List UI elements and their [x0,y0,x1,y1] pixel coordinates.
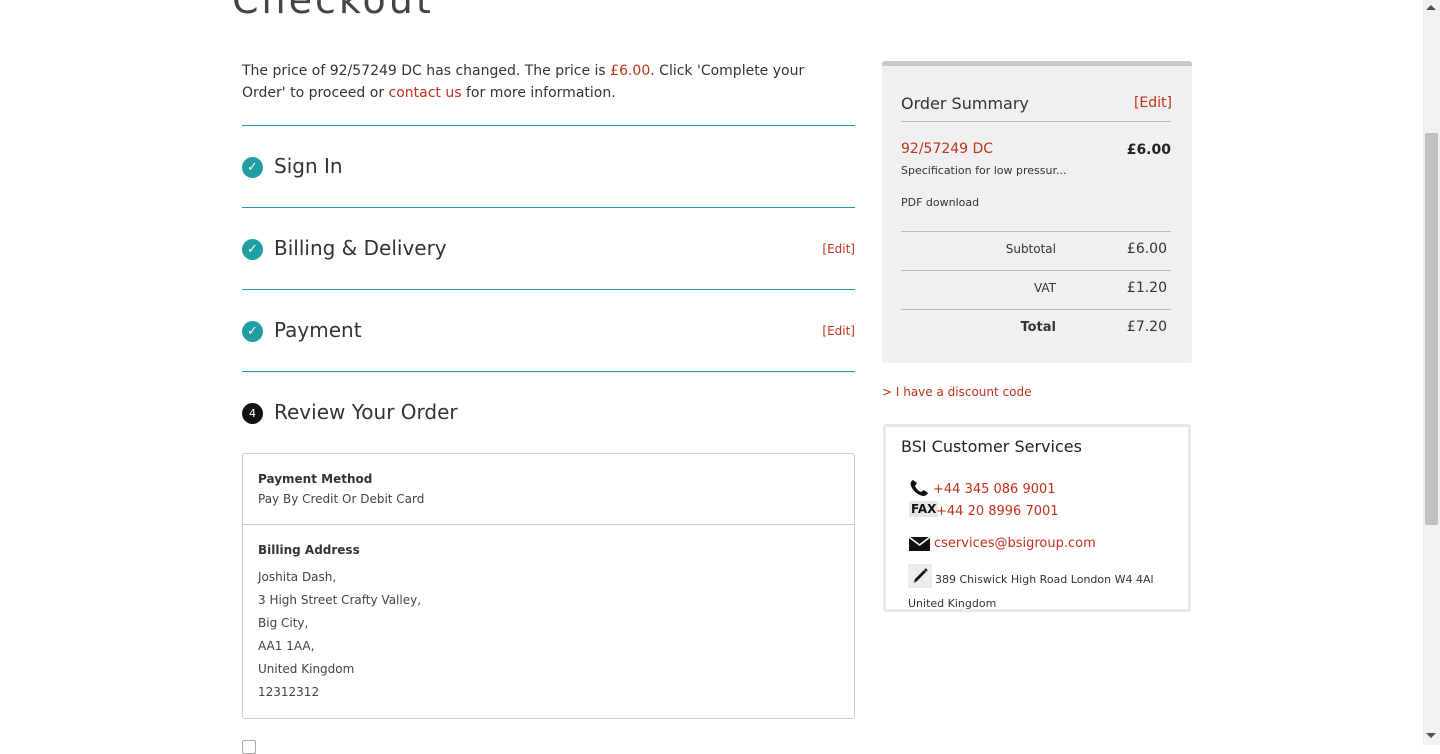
address-line: United Kingdom [258,662,355,676]
address-text: 389 Chiswick High Road London W4 4Al Uni… [908,568,1178,616]
vat-value: £1.20 [1126,280,1167,296]
number-badge: 4 [242,403,263,424]
step-review-order: 4 Review Your Order [242,371,855,454]
page-title: Checkout [232,0,434,22]
divider [901,309,1171,310]
billing-address-label: Billing Address [258,543,360,557]
divider [901,231,1171,232]
address-line: 3 High Street Crafty Valley, [258,593,422,607]
terms-checkbox[interactable] [242,740,256,754]
total-value: £7.20 [1126,319,1167,335]
order-summary-title: Order Summary [901,94,1029,113]
phone-icon [909,479,929,501]
vat-label: VAT [1033,281,1056,295]
step-title: Sign In [274,154,343,178]
order-summary-edit-link[interactable]: [Edit] [1134,95,1172,111]
address-line: Big City, [258,616,309,630]
address-line: AA1 1AA, [258,639,315,653]
fax-icon: FAX [909,501,939,517]
fax-number-link[interactable]: +44 20 8996 7001 [936,504,1059,519]
divider [901,121,1171,122]
step-payment: ✓ Payment [Edit] [242,289,855,372]
scroll-up-arrow-icon[interactable] [1426,5,1436,10]
address-value: 389 Chiswick High Road London W4 4Al Uni… [908,573,1154,610]
order-summary: Order Summary [Edit] 92/57249 DC £6.00 S… [882,61,1192,363]
total-label: Total [1020,320,1056,335]
item-description: Specification for low pressur... [901,164,1067,177]
item-code-link[interactable]: 92/57249 DC [901,141,993,157]
divider [901,270,1171,271]
item-price: £6.00 [1126,142,1171,158]
email-link[interactable]: cservices@bsigroup.com [934,536,1096,551]
check-icon: ✓ [242,321,263,342]
phone-number-link[interactable]: +44 345 086 9001 [933,482,1056,497]
edit-billing-link[interactable]: [Edit] [822,242,855,256]
subtotal-value: £6.00 [1126,241,1167,257]
scroll-down-arrow-icon[interactable] [1426,733,1436,738]
check-icon: ✓ [242,239,263,260]
payment-method-label: Payment Method [258,472,373,486]
discount-code-link[interactable]: > I have a discount code [882,385,1031,399]
step-title: Review Your Order [274,400,458,424]
envelope-icon [908,536,931,555]
edit-payment-link[interactable]: [Edit] [822,324,855,338]
address-line: 12312312 [258,685,320,699]
customer-services-box: BSI Customer Services +44 345 086 9001 F… [883,424,1191,612]
payment-method-section: Payment Method Pay By Credit Or Debit Ca… [243,454,854,525]
notice-price: £6.00 [610,63,651,79]
contact-us-link[interactable]: contact us [389,85,462,101]
scrollbar-thumb[interactable] [1425,133,1438,525]
step-sign-in: ✓ Sign In [242,125,855,208]
customer-services-title: BSI Customer Services [901,437,1082,456]
step-billing-delivery: ✓ Billing & Delivery [Edit] [242,207,855,290]
check-icon: ✓ [242,157,263,178]
review-order-box: Payment Method Pay By Credit Or Debit Ca… [242,453,855,719]
notice-text-3: for more information. [461,85,616,101]
step-title: Payment [274,318,362,342]
price-change-notice: The price of 92/57249 DC has changed. Th… [242,60,842,104]
notice-text: The price of 92/57249 DC has changed. Th… [242,63,611,79]
address-line: Joshita Dash, [258,570,337,584]
item-format: PDF download [901,196,980,209]
subtotal-label: Subtotal [1005,242,1056,256]
payment-method-value: Pay By Credit Or Debit Card [258,492,425,506]
step-title: Billing & Delivery [274,236,447,260]
